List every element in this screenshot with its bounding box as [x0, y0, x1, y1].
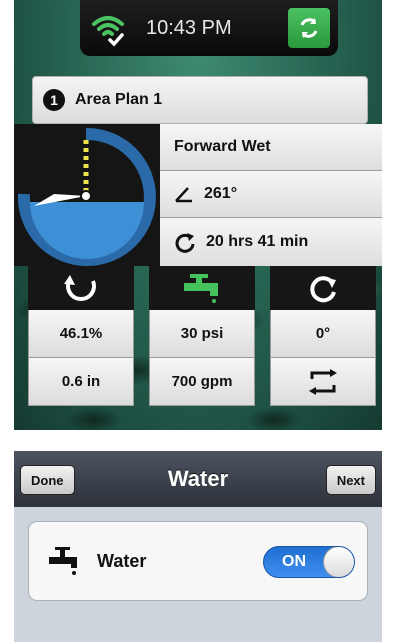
duration-row[interactable]: 20 hrs 41 min: [160, 218, 382, 266]
plan-name: Area Plan 1: [75, 91, 163, 108]
water-toggle-switch[interactable]: ON: [263, 546, 355, 578]
rotate-icon[interactable]: [270, 266, 376, 310]
mode-row[interactable]: Forward Wet: [160, 124, 382, 171]
swap-button[interactable]: [270, 358, 376, 406]
water-faucet-icon: [49, 547, 77, 575]
water-row-label: Water: [97, 550, 147, 571]
status-bar: 10:43 PM: [80, 0, 338, 56]
wifi-check-icon: [88, 8, 128, 48]
sync-button[interactable]: [288, 8, 330, 48]
sync-arrows-icon: [300, 18, 318, 38]
return-arrow-icon[interactable]: [28, 266, 134, 310]
mode-label: Forward Wet: [174, 138, 271, 155]
percent-value[interactable]: 46.1%: [28, 310, 134, 358]
offset-angle-value[interactable]: 0°: [270, 310, 376, 358]
arc-dial[interactable]: [14, 124, 160, 266]
angle-value: 261°: [204, 185, 238, 202]
pressure-value[interactable]: 30 psi: [149, 310, 255, 358]
flow-value[interactable]: 700 gpm: [149, 358, 255, 406]
toggle-state-label: ON: [282, 553, 306, 570]
depth-value[interactable]: 0.6 in: [28, 358, 134, 406]
faucet-icon[interactable]: [149, 266, 255, 310]
next-button[interactable]: Next: [325, 465, 376, 495]
clock-time: 10:43 PM: [146, 16, 232, 39]
water-settings-view: Done Water Next Water ON: [14, 451, 382, 642]
toggle-knob: [323, 547, 354, 577]
irrigation-screen: 10:43 PM 1 Area Plan 1 Forward Wet 261° …: [14, 0, 382, 430]
navigation-bar: Done Water Next: [14, 451, 382, 507]
refresh-icon: [175, 233, 195, 253]
nav-title: Water: [167, 466, 229, 491]
metrics-grid: 46.1% 30 psi 0° 0.6 in 700 gpm: [28, 266, 376, 406]
zone-info: Forward Wet 261° 20 hrs 41 min: [160, 124, 382, 266]
plan-title-bar[interactable]: 1 Area Plan 1: [32, 76, 368, 124]
done-button[interactable]: Done: [20, 465, 75, 495]
angle-row[interactable]: 261°: [160, 171, 382, 218]
angle-icon: [175, 187, 192, 203]
swap-icon: [309, 368, 337, 395]
water-setting-row: Water ON: [28, 521, 368, 601]
plan-number-badge: 1: [43, 89, 65, 111]
duration-value: 20 hrs 41 min: [206, 233, 309, 250]
